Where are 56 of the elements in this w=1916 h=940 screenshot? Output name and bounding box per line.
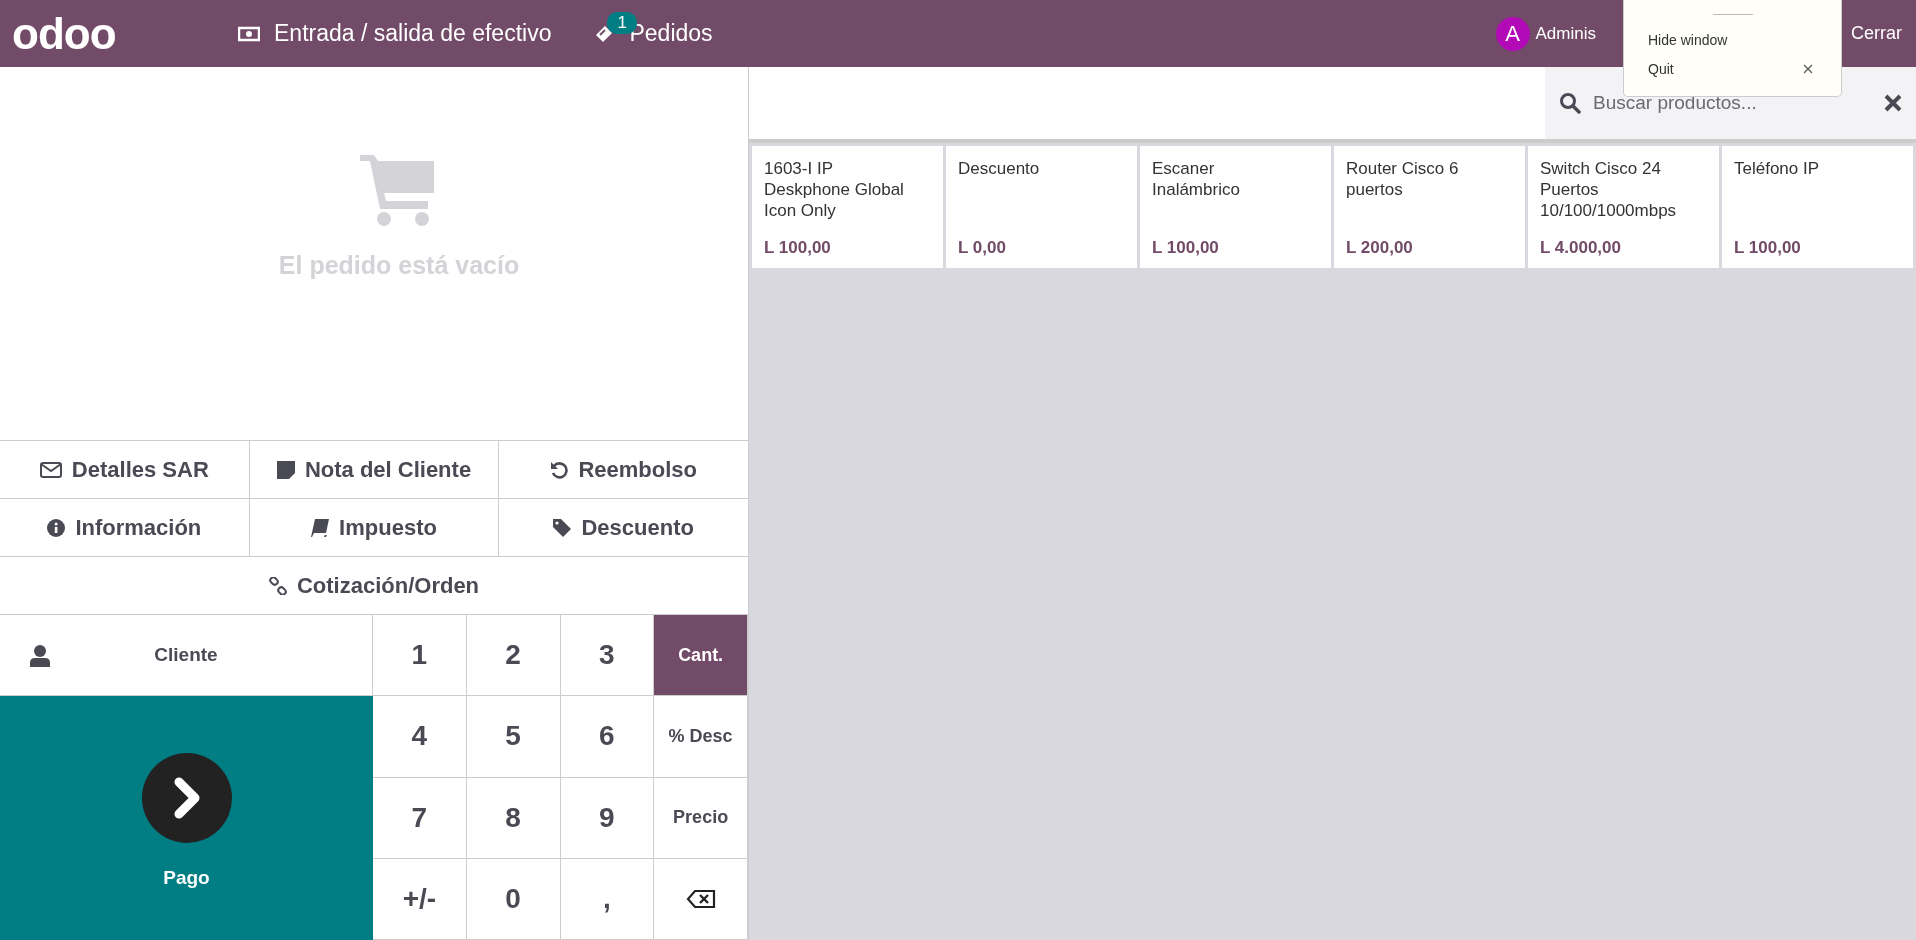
tag-icon — [553, 518, 572, 537]
nav-button[interactable]: Entrada / salida de efectivo — [238, 20, 552, 47]
numpad-key[interactable]: 8 — [466, 777, 561, 859]
mode-key[interactable]: Precio — [654, 777, 748, 859]
avatar[interactable]: A — [1495, 16, 1530, 51]
info-icon — [47, 518, 66, 537]
search-icon — [1559, 92, 1581, 114]
numpad-key[interactable]: 9 — [560, 777, 655, 859]
mode-key[interactable]: % Desc — [654, 696, 748, 778]
menu-item[interactable]: Hide window — [1624, 25, 1841, 54]
product-name: Descuento — [958, 158, 1041, 179]
close-icon — [1803, 63, 1813, 74]
numpad-key[interactable]: +/- — [373, 858, 467, 940]
product-card[interactable]: Teléfono IP L 100,00 — [1722, 146, 1913, 268]
product-name: Escaner Inalámbrico — [1152, 158, 1241, 200]
customer-button[interactable]: Cliente — [0, 615, 373, 697]
link-icon — [268, 576, 287, 595]
numpad-key[interactable]: , — [560, 858, 655, 940]
product-card[interactable]: Descuento L 0,00 — [946, 146, 1137, 268]
product-name: Switch Cisco 24 Puertos 10/100/1000mbps — [1540, 158, 1678, 221]
banknote-icon — [238, 25, 260, 42]
numpad-key[interactable]: 0 — [466, 858, 561, 940]
product-price: L 100,00 — [1734, 238, 1802, 258]
numpad-key[interactable]: 7 — [373, 777, 467, 859]
product-name: 1603-I IP Deskphone Global Icon Only — [764, 158, 905, 221]
search-field[interactable]: Buscar productos... — [1591, 91, 1874, 115]
backspace-icon — [685, 888, 716, 909]
numpad-key[interactable]: 6 — [560, 696, 655, 778]
product-card[interactable]: Switch Cisco 24 Puertos 10/100/1000mbps L 4.000,00 — [1528, 146, 1719, 268]
mode-key[interactable]: Cant. — [654, 615, 748, 697]
undo-icon — [550, 460, 569, 479]
numpad-key[interactable]: 2 — [466, 615, 561, 697]
close-icon[interactable] — [1884, 94, 1902, 112]
numpad-key[interactable]: 5 — [466, 696, 561, 778]
product-price: L 200,00 — [1346, 238, 1414, 258]
envelope-icon — [39, 461, 62, 478]
user-icon — [30, 645, 50, 667]
product-card[interactable]: Router Cisco 6 puertos L 200,00 — [1334, 146, 1525, 268]
numpad-key[interactable]: 1 — [373, 615, 467, 697]
chevron-right-icon — [141, 752, 232, 843]
numpad-key[interactable]: 3 — [560, 615, 655, 697]
logo[interactable]: odoo — [12, 11, 212, 56]
product-card[interactable]: Escaner Inalámbrico L 100,00 — [1140, 146, 1331, 268]
user-name[interactable]: Adminis — [1535, 23, 1596, 44]
backspace-key[interactable] — [654, 858, 748, 940]
product-card[interactable]: 1603-I IP Deskphone Global Icon Only L 100,00 — [752, 146, 943, 268]
product-name: Router Cisco 6 puertos — [1346, 158, 1460, 200]
note-icon — [276, 460, 295, 479]
product-price: L 100,00 — [1152, 238, 1220, 258]
close-button[interactable]: Cerrar — [1851, 23, 1902, 44]
product-name: Teléfono IP — [1734, 158, 1821, 179]
payment-button[interactable]: Pago — [0, 696, 373, 940]
product-price: L 100,00 — [764, 238, 832, 258]
numpad-key[interactable]: 4 — [373, 696, 467, 778]
product-price: L 4.000,00 — [1540, 238, 1622, 258]
product-price: L 0,00 — [958, 238, 1007, 258]
